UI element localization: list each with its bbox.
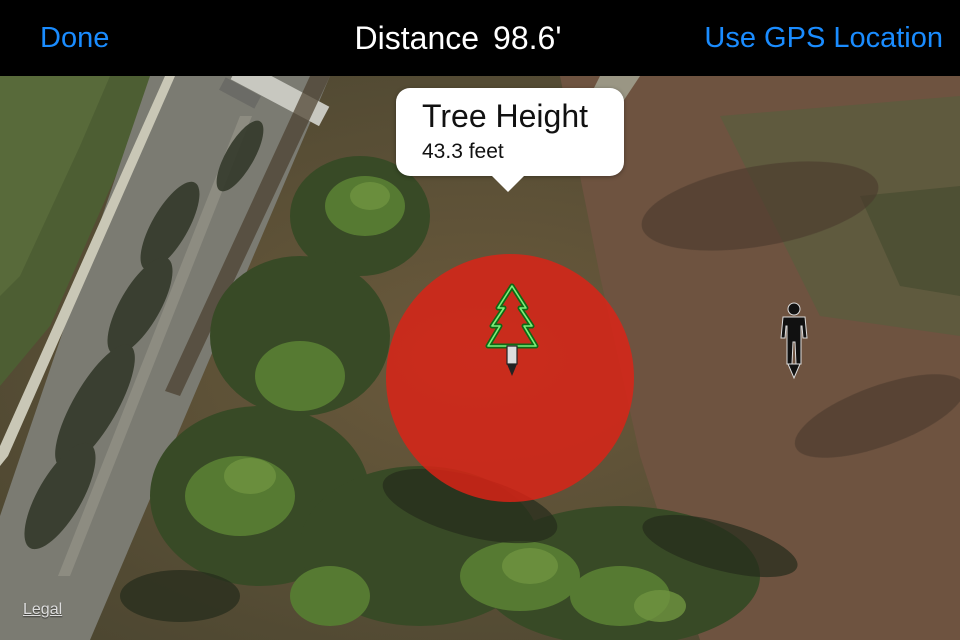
distance-label: Distance xyxy=(354,20,480,56)
callout-subtitle: 43.3 feet xyxy=(422,140,504,163)
person-icon[interactable] xyxy=(777,302,811,382)
callout-title: Tree Height xyxy=(422,98,588,134)
app-screen: Done Distance 98.6' Use GPS Location Leg… xyxy=(0,0,960,640)
tree-height-callout[interactable]: Tree Height 43.3 feet xyxy=(396,88,624,192)
distance-value: 98.6' xyxy=(493,20,562,56)
tree-icon[interactable] xyxy=(484,282,540,380)
top-navigation-bar: Done Distance 98.6' Use GPS Location xyxy=(0,0,960,76)
use-gps-location-button[interactable]: Use GPS Location xyxy=(704,22,943,55)
legal-link[interactable]: Legal xyxy=(23,601,62,619)
